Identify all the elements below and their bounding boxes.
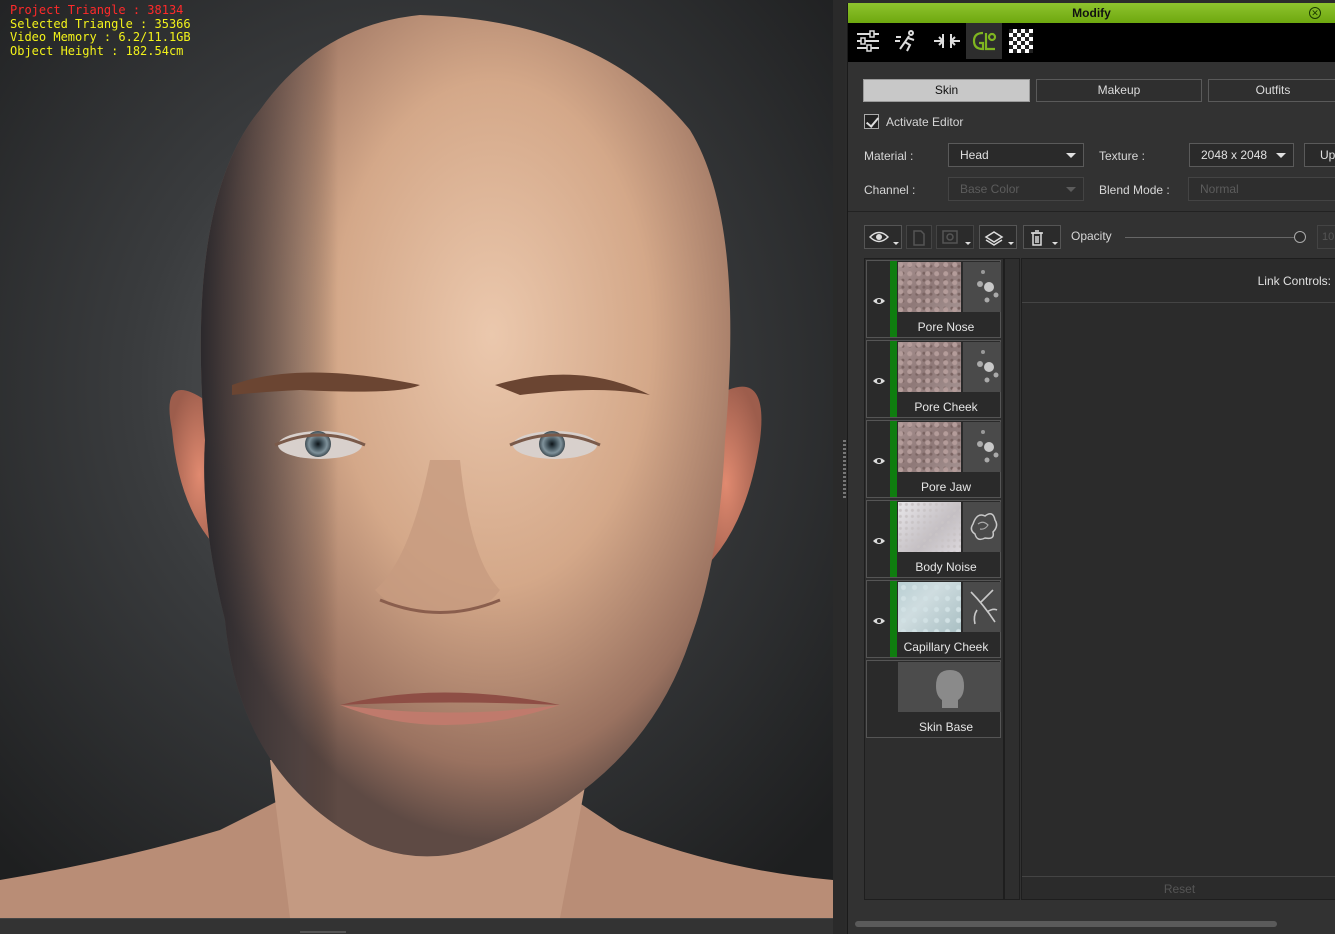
update-label: Up (1320, 148, 1335, 162)
layer-mask-thumbnail (963, 342, 1001, 392)
texture-value: 2048 x 2048 (1201, 148, 1268, 162)
layer-item[interactable]: Capillary Cheek (866, 580, 1001, 658)
viewport-status-bar (0, 918, 845, 934)
3d-viewport[interactable]: Project Triangle : 38134 Selected Triang… (0, 0, 833, 918)
selected-triangle-stat: Selected Triangle : 35366 (10, 16, 191, 31)
material-label: Material : (864, 149, 914, 163)
opacity-slider-handle[interactable] (1294, 231, 1306, 243)
opacity-slider-track[interactable] (1125, 237, 1297, 238)
layer-list: Pore Nose Pore Cheek Pore Jaw Body Noise (864, 258, 1004, 900)
skin-editor-icon[interactable] (966, 23, 1002, 59)
trash-icon (1031, 230, 1043, 246)
splitter-grip[interactable] (843, 440, 846, 498)
layers-icon (984, 231, 1004, 246)
layer-texture-thumbnail (898, 662, 1001, 712)
head-render[interactable] (0, 0, 833, 918)
eye-icon[interactable] (873, 296, 885, 306)
motion-icon[interactable] (889, 23, 925, 59)
checker-texture-icon[interactable] (1004, 23, 1040, 59)
layer-name: Pore Nose (917, 320, 975, 334)
visibility-tool-button[interactable] (864, 225, 902, 249)
channel-label: Channel : (864, 183, 916, 197)
chevron-down-icon (1066, 153, 1076, 158)
layer-mask-thumbnail (963, 582, 1001, 632)
noise-mask-icon (970, 513, 998, 541)
object-height-stat: Object Height : 182.54cm (10, 43, 184, 58)
material-value: Head (960, 148, 989, 162)
activate-editor-checkbox[interactable] (864, 114, 879, 129)
modify-panel: Modify ✕ Skin Makeup Outfits Activate Ed… (847, 3, 1335, 934)
layer-item[interactable]: Body Noise (866, 500, 1001, 578)
blend-mode-dropdown[interactable]: Normal (1188, 177, 1335, 201)
opacity-label: Opacity (1071, 229, 1112, 243)
eye-icon[interactable] (873, 376, 885, 386)
layer-properties-area: Link Controls: Reset (1021, 258, 1335, 900)
chevron-down-icon (1066, 187, 1076, 192)
capillary-mask-icon (970, 589, 998, 625)
layer-texture-thumbnail (898, 342, 961, 392)
update-button[interactable]: Up (1304, 143, 1335, 167)
project-triangle-stat: Project Triangle : 38134 (10, 3, 184, 17)
blend-mode-label: Blend Mode : (1099, 183, 1170, 197)
reset-button[interactable]: Reset (1022, 876, 1335, 900)
link-controls-label: Link Controls: (1257, 274, 1331, 288)
layer-list-scrollbar[interactable] (1004, 258, 1020, 900)
eye-icon[interactable] (873, 536, 885, 546)
material-dropdown[interactable]: Head (948, 143, 1084, 167)
opacity-value-field[interactable]: 10 (1317, 225, 1335, 249)
video-memory-stat: Video Memory : 6.2/11.1GB (10, 30, 191, 44)
eye-icon[interactable] (873, 616, 885, 626)
blend-mode-value: Normal (1200, 182, 1239, 196)
viewport-stats: Project Triangle : 38134 Selected Triang… (10, 3, 191, 58)
channel-dropdown[interactable]: Base Color (948, 177, 1084, 201)
layer-name: Body Noise (915, 560, 977, 574)
tab-makeup[interactable]: Makeup (1036, 79, 1202, 102)
layer-mask-thumbnail (963, 502, 1001, 552)
layer-texture-thumbnail (898, 582, 961, 632)
layer-mask-thumbnail (963, 422, 1001, 472)
pore-mask-icon (977, 430, 999, 463)
layer-name: Capillary Cheek (903, 640, 989, 654)
eye-icon[interactable] (873, 456, 885, 466)
channel-value: Base Color (960, 182, 1020, 196)
layer-texture-thumbnail (898, 262, 961, 312)
texture-dropdown[interactable]: 2048 x 2048 (1189, 143, 1294, 167)
layer-mask-thumbnail (963, 262, 1001, 312)
pore-mask-icon (977, 270, 999, 303)
layer-stack-button[interactable] (979, 225, 1017, 249)
layer-name: Skin Base (918, 720, 974, 734)
layer-item[interactable]: Pore Nose (866, 260, 1001, 338)
layer-item[interactable]: Pore Jaw (866, 420, 1001, 498)
panel-toolbar (848, 23, 1335, 62)
panel-horizontal-scrollbar[interactable] (855, 921, 1277, 927)
layer-item[interactable]: Pore Cheek (866, 340, 1001, 418)
panel-title: Modify (1072, 6, 1111, 20)
pore-mask-icon (977, 350, 999, 383)
delete-layer-button[interactable] (1023, 225, 1061, 249)
panel-splitter[interactable] (833, 0, 846, 934)
panel-titlebar: Modify ✕ (848, 3, 1335, 23)
sliders-icon[interactable] (850, 23, 886, 59)
layer-name: Pore Cheek (914, 400, 978, 414)
tab-outfits[interactable]: Outfits (1208, 79, 1335, 102)
morph-icon[interactable] (928, 23, 964, 59)
layer-texture-thumbnail (898, 502, 961, 552)
mask-tool-button[interactable] (936, 225, 974, 249)
new-layer-button[interactable] (906, 225, 932, 249)
head-silhouette-icon (936, 670, 964, 708)
chevron-down-icon (1276, 153, 1286, 158)
layer-texture-thumbnail (898, 422, 961, 472)
page-icon (913, 230, 925, 246)
texture-label: Texture : (1099, 149, 1146, 163)
close-icon[interactable]: ✕ (1309, 7, 1321, 19)
layer-name: Pore Jaw (920, 480, 972, 494)
eye-icon (869, 231, 889, 243)
layer-item[interactable]: Skin Base (866, 660, 1001, 738)
activate-editor-label: Activate Editor (886, 115, 964, 129)
mask-icon (942, 230, 958, 244)
tab-skin[interactable]: Skin (863, 79, 1030, 102)
divider (848, 211, 1335, 212)
